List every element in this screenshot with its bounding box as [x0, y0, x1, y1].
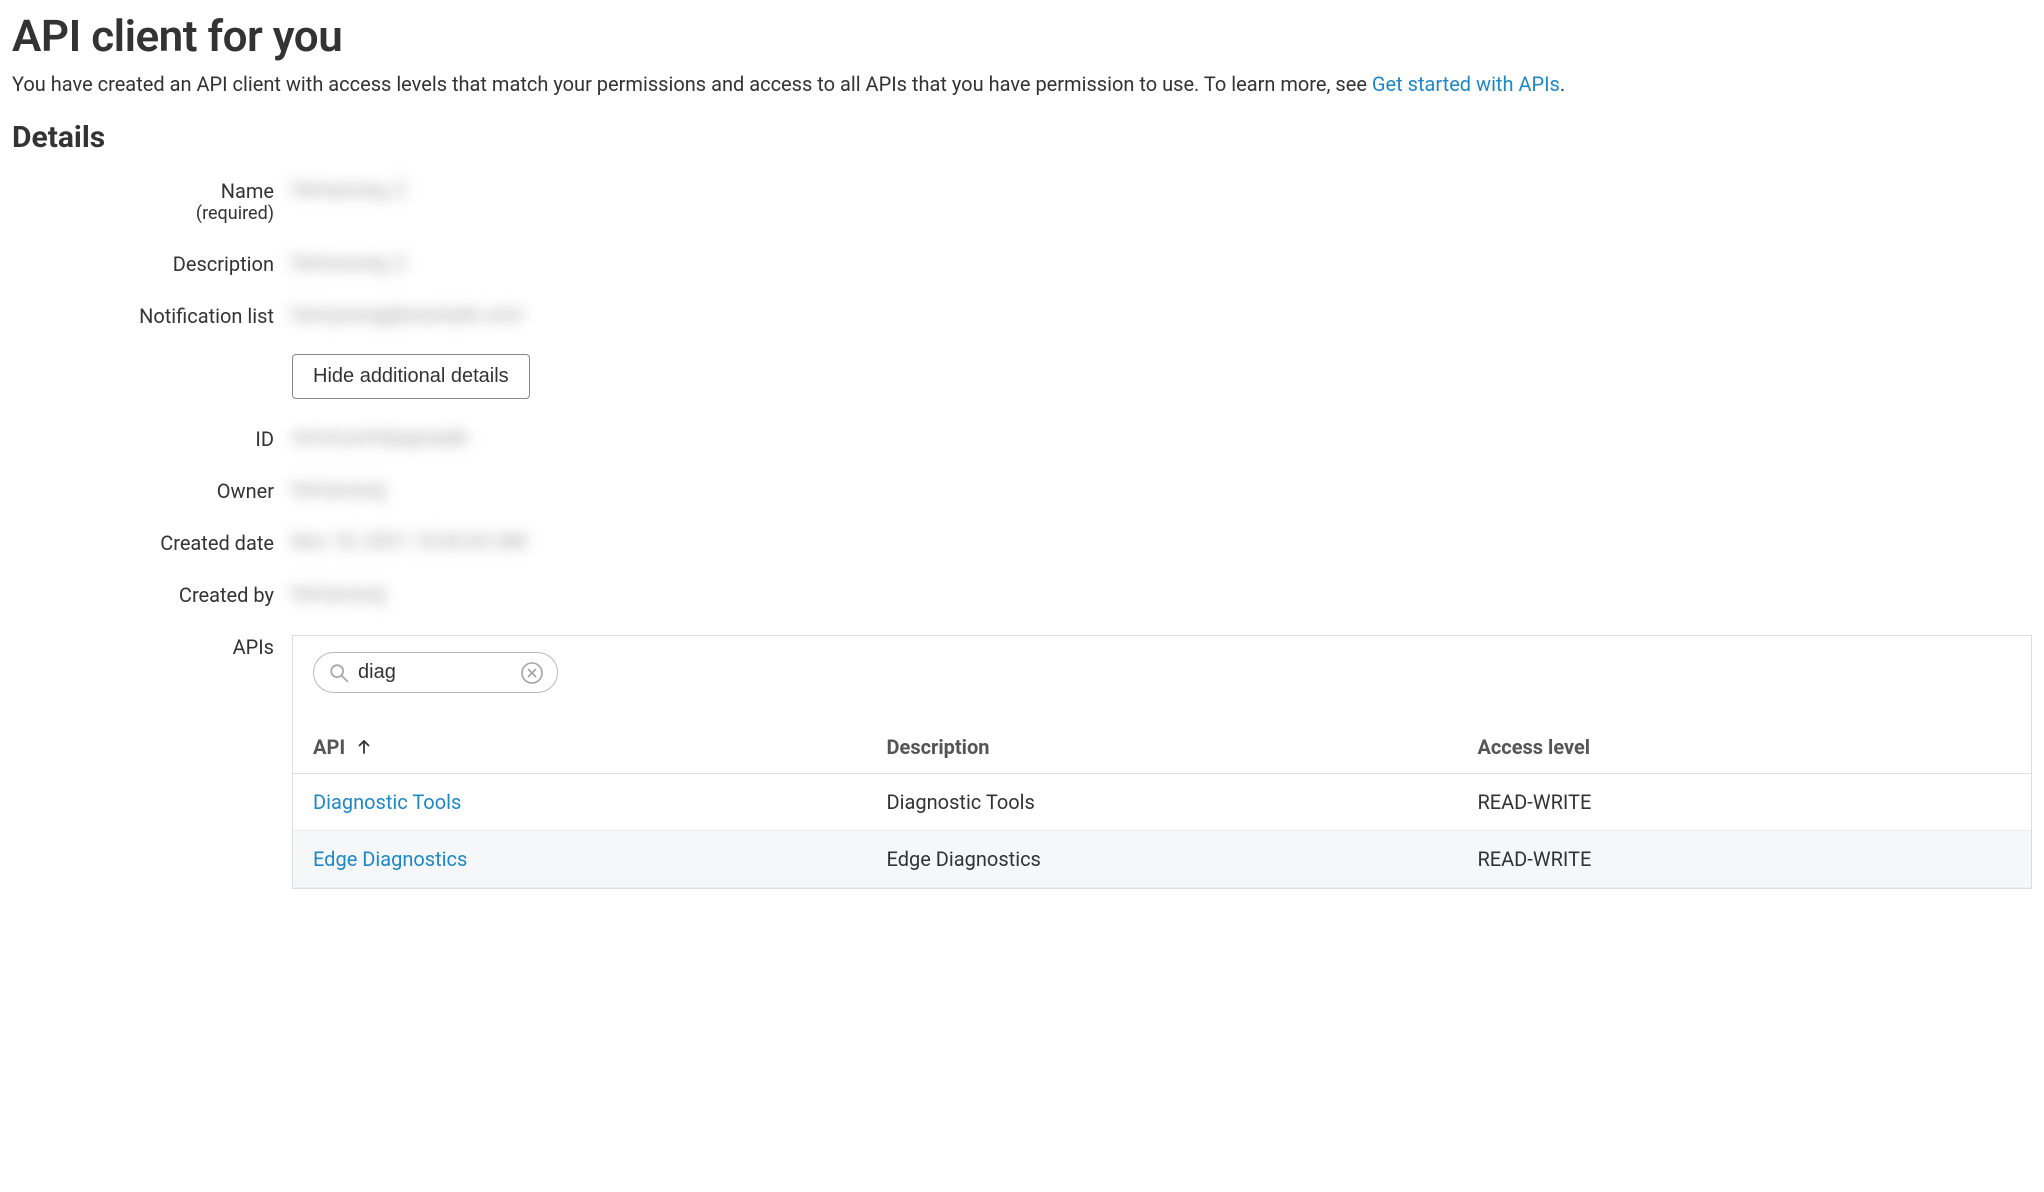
description-label: Description	[12, 250, 292, 276]
created-date-value-text: Nov 18, 2021 18:43:43 AM	[292, 529, 526, 553]
table-row: Diagnostic Tools Diagnostic Tools READ-W…	[293, 774, 2031, 831]
column-description[interactable]: Description	[867, 721, 1458, 774]
api-search-field[interactable]	[313, 652, 558, 693]
owner-value: hemyoung	[292, 477, 2032, 501]
details-heading: Details	[12, 120, 2032, 155]
created-date-label: Created date	[12, 529, 292, 555]
description-value-text: hemyoung_2	[292, 250, 405, 274]
page-subtitle: You have created an API client with acce…	[12, 70, 2032, 98]
notification-list-label: Notification list	[12, 302, 292, 328]
notification-list-value: hemyoung@example.com	[292, 302, 2032, 326]
sort-asc-icon	[355, 738, 373, 756]
get-started-link[interactable]: Get started with APIs	[1372, 72, 1560, 96]
created-by-value-text: hemyoung	[292, 581, 385, 605]
created-date-value: Nov 18, 2021 18:43:43 AM	[292, 529, 2032, 553]
name-value-text: hemyoung_2	[292, 177, 405, 201]
api-description: Diagnostic Tools	[867, 774, 1458, 831]
column-api[interactable]: API	[293, 721, 867, 774]
api-access-level: READ-WRITE	[1457, 831, 2031, 888]
api-description: Edge Diagnostics	[867, 831, 1458, 888]
apis-table: API Description Access level	[293, 721, 2031, 888]
page-title: API client for you	[12, 10, 2032, 62]
api-access-level: READ-WRITE	[1457, 774, 2031, 831]
api-search-input[interactable]	[350, 659, 519, 686]
subtitle-text: You have created an API client with acce…	[12, 72, 1372, 96]
created-by-label: Created by	[12, 581, 292, 607]
name-label: Name (required)	[12, 177, 292, 224]
column-access-level[interactable]: Access level	[1457, 721, 2031, 774]
notification-list-value-text: hemyoung@example.com	[292, 302, 523, 326]
owner-label: Owner	[12, 477, 292, 503]
api-link[interactable]: Edge Diagnostics	[313, 847, 467, 871]
name-label-text: Name	[221, 179, 274, 203]
table-row: Edge Diagnostics Edge Diagnostics READ-W…	[293, 831, 2031, 888]
subtitle-suffix: .	[1560, 72, 1565, 96]
name-required-text: (required)	[12, 203, 274, 224]
api-link[interactable]: Diagnostic Tools	[313, 790, 461, 814]
search-icon	[328, 662, 350, 684]
owner-value-text: hemyoung	[292, 477, 385, 501]
toggle-spacer	[12, 354, 292, 356]
hide-additional-details-button[interactable]: Hide additional details	[292, 354, 530, 399]
clear-search-button[interactable]	[519, 660, 545, 686]
close-circle-icon	[520, 661, 544, 685]
description-value: hemyoung_2	[292, 250, 2032, 274]
name-value: hemyoung_2	[292, 177, 2032, 201]
id-value: mmmumrhpqyoaab	[292, 425, 2032, 449]
column-api-label: API	[313, 735, 345, 759]
created-by-value: hemyoung	[292, 581, 2032, 605]
apis-panel: API Description Access level	[292, 635, 2032, 889]
apis-label: APIs	[12, 633, 292, 659]
id-value-text: mmmumrhpqyoaab	[292, 425, 467, 449]
id-label: ID	[12, 425, 292, 451]
